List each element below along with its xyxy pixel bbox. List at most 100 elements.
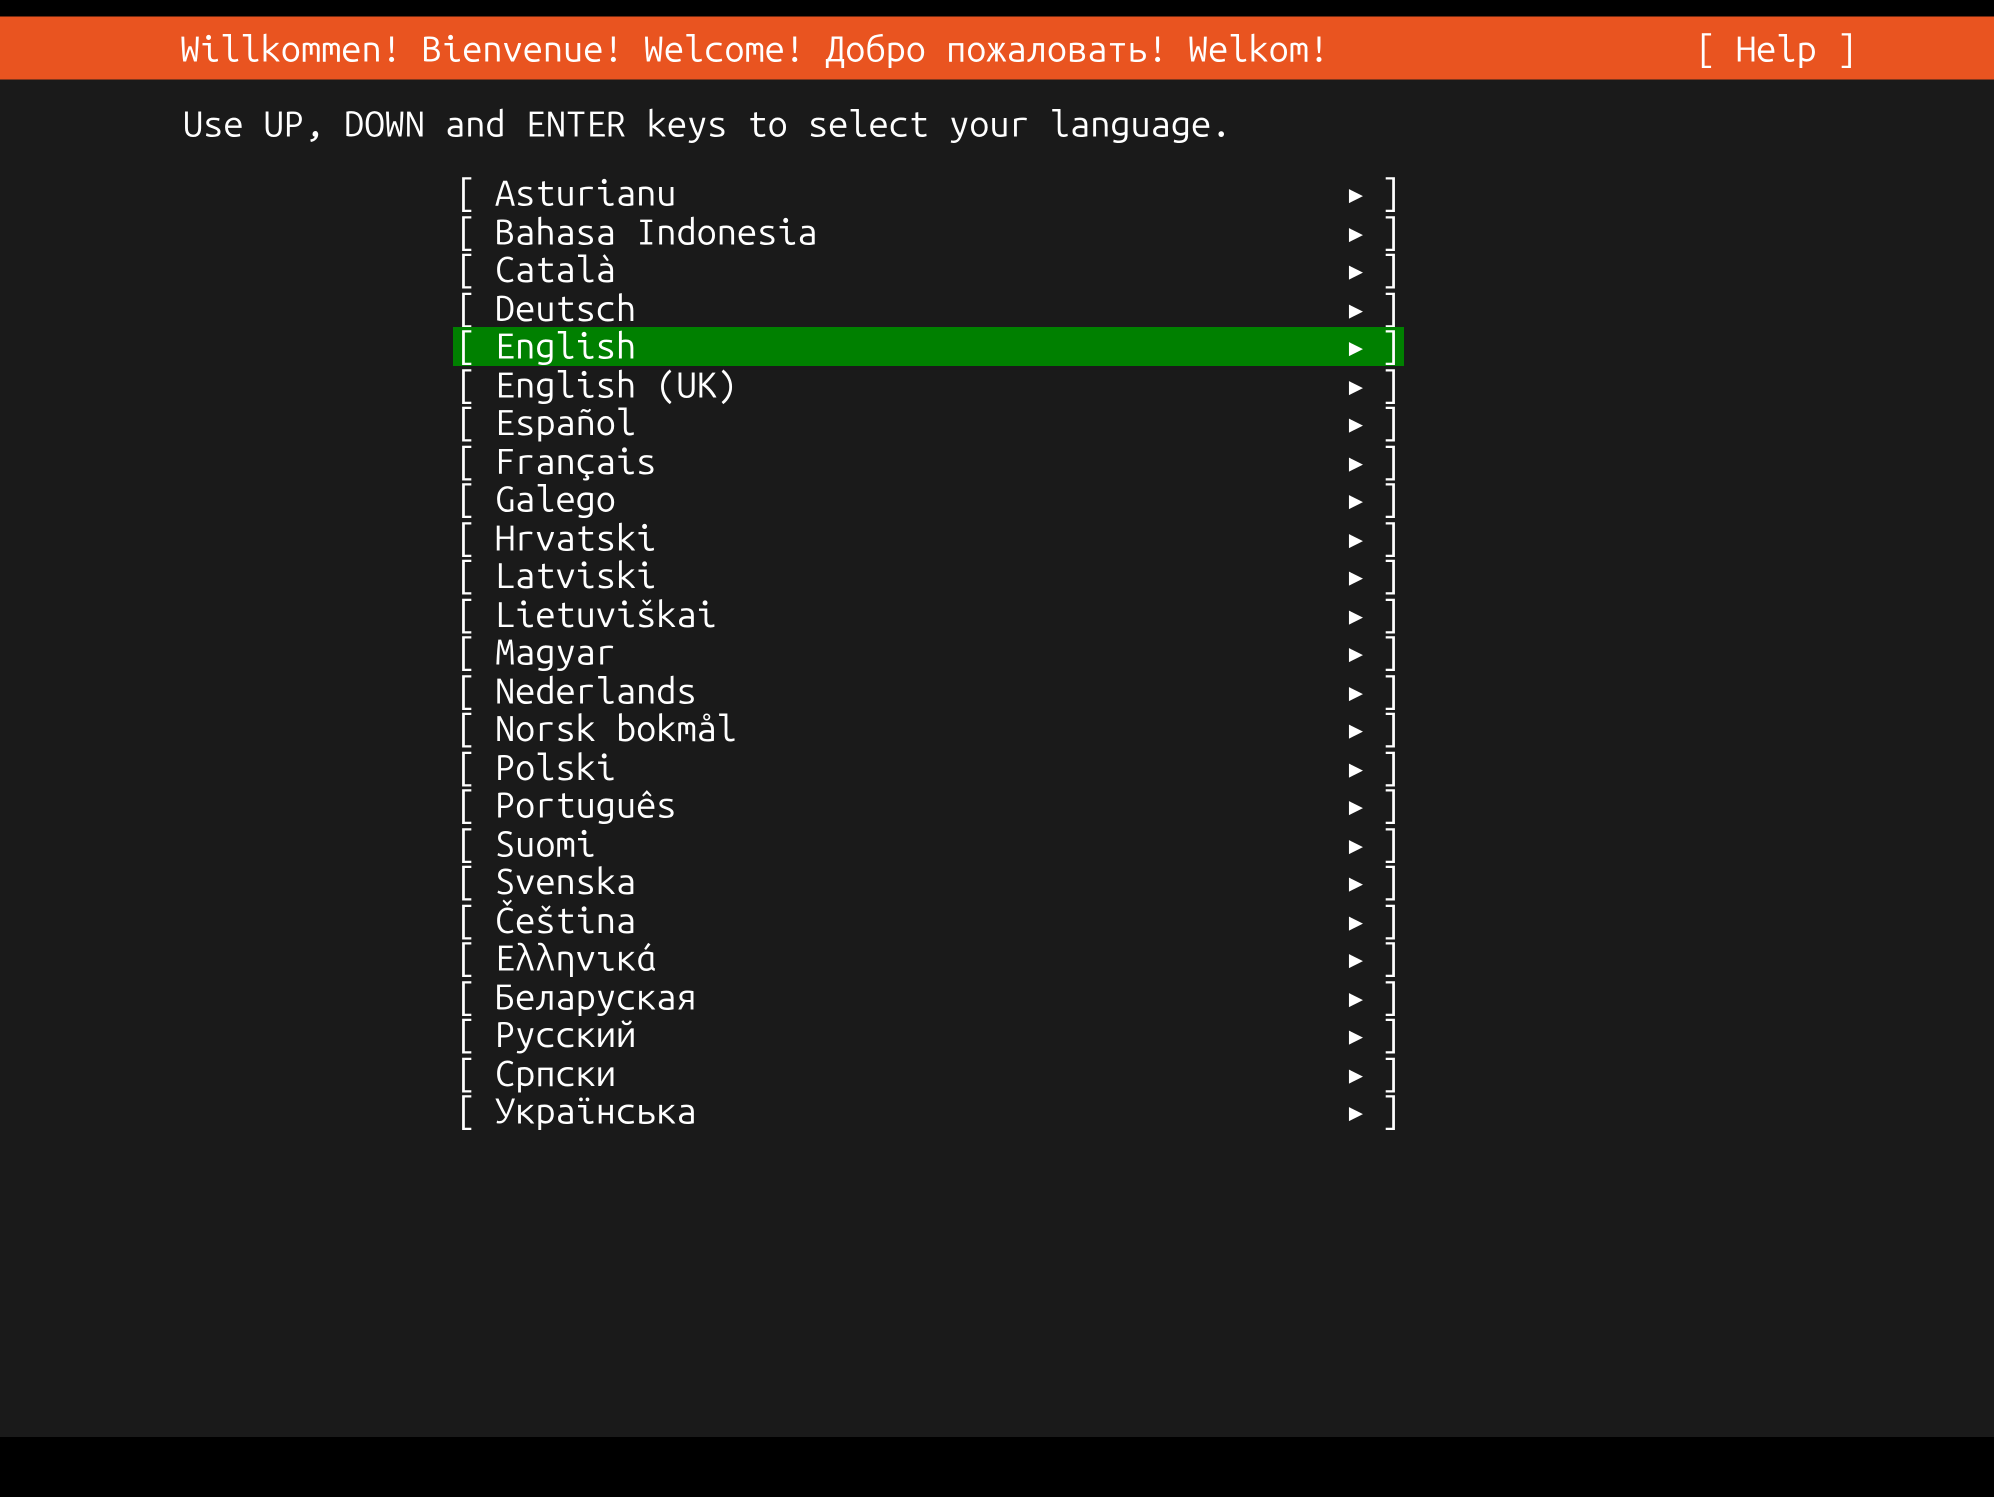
submenu-arrow-icon: ▸ xyxy=(1335,939,1377,977)
submenu-arrow-icon: ▸ xyxy=(1335,289,1377,327)
language-name: Русский xyxy=(495,1016,1335,1054)
submenu-arrow-icon: ▸ xyxy=(1335,1092,1377,1130)
language-item[interactable]: [Norsk bokmål▸] xyxy=(453,710,1404,748)
bracket-left: [ xyxy=(453,1016,495,1054)
submenu-arrow-icon: ▸ xyxy=(1335,671,1377,709)
bracket-left: [ xyxy=(453,289,495,327)
language-item[interactable]: [Español▸] xyxy=(453,404,1404,442)
language-name: Svenska xyxy=(495,863,1335,901)
language-item[interactable]: [Français▸] xyxy=(453,442,1404,480)
language-name: Čeština xyxy=(495,901,1335,939)
language-item[interactable]: [Asturianu▸] xyxy=(453,174,1404,212)
language-name: Polski xyxy=(495,748,1335,786)
language-name: Asturianu xyxy=(495,174,1335,212)
bracket-left: [ xyxy=(453,633,495,671)
language-name: Deutsch xyxy=(495,289,1335,327)
help-button[interactable]: [ Help ] xyxy=(1696,28,1977,69)
submenu-arrow-icon: ▸ xyxy=(1335,557,1377,595)
language-name: Nederlands xyxy=(495,671,1335,709)
language-item[interactable]: [Português▸] xyxy=(453,786,1404,824)
language-item[interactable]: [Galego▸] xyxy=(453,480,1404,518)
language-item[interactable]: [English (UK)▸] xyxy=(453,365,1404,403)
welcome-title: Willkommen! Bienvenue! Welcome! Добро по… xyxy=(18,28,1329,69)
language-item[interactable]: [Latviski▸] xyxy=(453,557,1404,595)
language-name: Ελληνικά xyxy=(495,939,1335,977)
bracket-right: ] xyxy=(1377,557,1404,595)
submenu-arrow-icon: ▸ xyxy=(1335,404,1377,442)
bracket-left: [ xyxy=(453,901,495,939)
bracket-left: [ xyxy=(453,939,495,977)
bracket-left: [ xyxy=(453,1054,495,1092)
topbar-spacer xyxy=(0,0,1994,17)
bracket-right: ] xyxy=(1377,748,1404,786)
language-item[interactable]: [Suomi▸] xyxy=(453,824,1404,862)
language-item[interactable]: [Magyar▸] xyxy=(453,633,1404,671)
bracket-left: [ xyxy=(453,251,495,289)
language-item[interactable]: [Беларуская▸] xyxy=(453,977,1404,1015)
bracket-left: [ xyxy=(453,786,495,824)
bracket-right: ] xyxy=(1377,1016,1404,1054)
language-item[interactable]: [Lietuviškai▸] xyxy=(453,595,1404,633)
bracket-left: [ xyxy=(453,480,495,518)
language-item[interactable]: [Ελληνικά▸] xyxy=(453,939,1404,977)
bracket-left: [ xyxy=(453,748,495,786)
bracket-right: ] xyxy=(1377,365,1404,403)
submenu-arrow-icon: ▸ xyxy=(1335,1016,1377,1054)
language-name: English xyxy=(495,327,1335,365)
language-list[interactable]: [Asturianu▸][Bahasa Indonesia▸][Català▸]… xyxy=(0,174,1994,1130)
language-item[interactable]: [Deutsch▸] xyxy=(453,289,1404,327)
language-name: Lietuviškai xyxy=(495,595,1335,633)
language-name: Српски xyxy=(495,1054,1335,1092)
submenu-arrow-icon: ▸ xyxy=(1335,480,1377,518)
language-item[interactable]: [Català▸] xyxy=(453,251,1404,289)
submenu-arrow-icon: ▸ xyxy=(1335,786,1377,824)
bracket-right: ] xyxy=(1377,442,1404,480)
language-item[interactable]: [English▸] xyxy=(453,327,1404,365)
bracket-right: ] xyxy=(1377,977,1404,1015)
language-item[interactable]: [Svenska▸] xyxy=(453,863,1404,901)
submenu-arrow-icon: ▸ xyxy=(1335,365,1377,403)
bracket-right: ] xyxy=(1377,1054,1404,1092)
language-name: Suomi xyxy=(495,824,1335,862)
installer-screen: Willkommen! Bienvenue! Welcome! Добро по… xyxy=(0,0,1994,1497)
language-name: Français xyxy=(495,442,1335,480)
language-name: Hrvatski xyxy=(495,518,1335,556)
language-item[interactable]: [Українська▸] xyxy=(453,1092,1404,1130)
submenu-arrow-icon: ▸ xyxy=(1335,824,1377,862)
language-item[interactable]: [Nederlands▸] xyxy=(453,671,1404,709)
bracket-right: ] xyxy=(1377,710,1404,748)
bracket-left: [ xyxy=(453,212,495,250)
bracket-right: ] xyxy=(1377,404,1404,442)
language-name: Magyar xyxy=(495,633,1335,671)
submenu-arrow-icon: ▸ xyxy=(1335,327,1377,365)
language-item[interactable]: [Bahasa Indonesia▸] xyxy=(453,212,1404,250)
bracket-left: [ xyxy=(453,174,495,212)
bracket-right: ] xyxy=(1377,1092,1404,1130)
bracket-left: [ xyxy=(453,518,495,556)
submenu-arrow-icon: ▸ xyxy=(1335,863,1377,901)
language-item[interactable]: [Polski▸] xyxy=(453,748,1404,786)
language-name: Norsk bokmål xyxy=(495,710,1335,748)
submenu-arrow-icon: ▸ xyxy=(1335,977,1377,1015)
language-item[interactable]: [Hrvatski▸] xyxy=(453,518,1404,556)
submenu-arrow-icon: ▸ xyxy=(1335,633,1377,671)
bottombar-spacer xyxy=(0,1437,1994,1497)
submenu-arrow-icon: ▸ xyxy=(1335,174,1377,212)
language-item[interactable]: [Čeština▸] xyxy=(453,901,1404,939)
bracket-right: ] xyxy=(1377,289,1404,327)
bracket-right: ] xyxy=(1377,939,1404,977)
bracket-left: [ xyxy=(453,671,495,709)
submenu-arrow-icon: ▸ xyxy=(1335,901,1377,939)
bracket-right: ] xyxy=(1377,901,1404,939)
bracket-right: ] xyxy=(1377,595,1404,633)
language-item[interactable]: [Српски▸] xyxy=(453,1054,1404,1092)
language-name: Bahasa Indonesia xyxy=(495,212,1335,250)
language-item[interactable]: [Русский▸] xyxy=(453,1016,1404,1054)
submenu-arrow-icon: ▸ xyxy=(1335,212,1377,250)
submenu-arrow-icon: ▸ xyxy=(1335,251,1377,289)
bracket-right: ] xyxy=(1377,480,1404,518)
submenu-arrow-icon: ▸ xyxy=(1335,595,1377,633)
bracket-right: ] xyxy=(1377,251,1404,289)
bracket-right: ] xyxy=(1377,824,1404,862)
instruction-text: Use UP, DOWN and ENTER keys to select yo… xyxy=(0,80,1994,145)
